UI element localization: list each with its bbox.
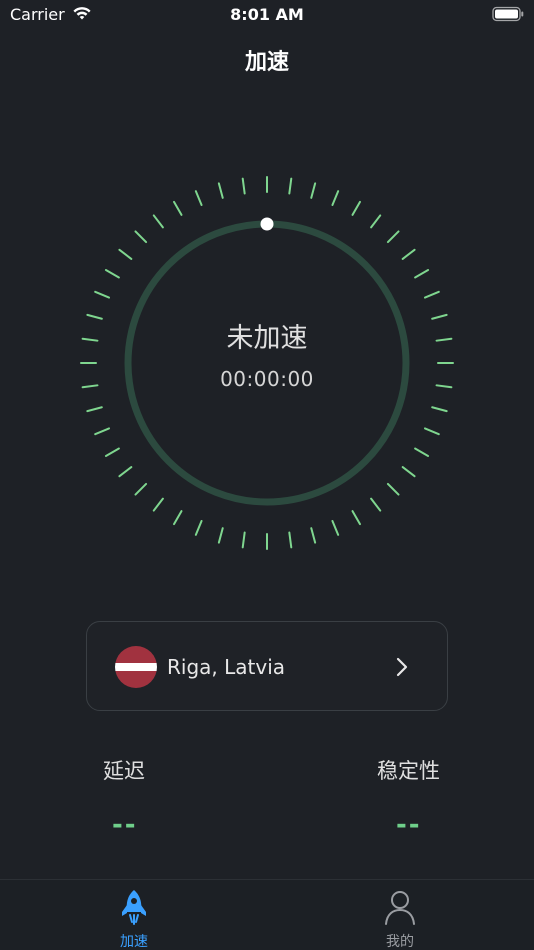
dial-tick bbox=[217, 182, 224, 199]
dial-tick bbox=[104, 269, 120, 279]
dial-tick bbox=[104, 447, 120, 457]
dial-tick bbox=[370, 497, 382, 512]
battery-icon bbox=[492, 6, 524, 22]
dial-tick bbox=[423, 290, 440, 299]
dial-tick bbox=[152, 214, 164, 229]
dial-tick bbox=[401, 248, 416, 260]
dial-tick bbox=[241, 177, 246, 195]
dial-tick bbox=[370, 214, 382, 229]
dial-tick bbox=[310, 527, 317, 544]
server-name: Riga, Latvia bbox=[167, 655, 286, 679]
dial-tick bbox=[134, 230, 148, 244]
dial-tick bbox=[386, 230, 400, 244]
dial-tick bbox=[310, 182, 317, 199]
dial-ticks bbox=[80, 176, 454, 550]
dial-tick bbox=[414, 447, 430, 457]
latency-value: -- bbox=[112, 810, 138, 840]
tab-accelerate[interactable]: 加速 bbox=[74, 880, 194, 950]
tab-mine[interactable]: 我的 bbox=[340, 880, 460, 950]
dial-tick bbox=[351, 200, 361, 216]
dial-tick bbox=[118, 466, 133, 478]
page-title: 加速 bbox=[244, 50, 289, 75]
dial-tick bbox=[386, 482, 400, 496]
dial-tick bbox=[241, 531, 246, 549]
dial-tick bbox=[431, 406, 448, 413]
dial-tick bbox=[331, 190, 340, 207]
status-bar: Carrier 8:01 AM bbox=[0, 0, 534, 30]
dial-tick bbox=[194, 519, 203, 536]
dial-tick bbox=[423, 427, 440, 436]
stability-value: -- bbox=[396, 810, 422, 840]
server-select-button[interactable]: Riga, Latvia bbox=[86, 621, 448, 711]
chevron-right-icon bbox=[396, 657, 408, 677]
latency-label: 延迟 bbox=[103, 759, 145, 783]
connection-status: 未加速 bbox=[226, 323, 308, 354]
dial-tick bbox=[118, 248, 133, 260]
dial-tick bbox=[351, 510, 361, 526]
latvia-flag-icon bbox=[115, 646, 157, 688]
rocket-icon bbox=[122, 890, 146, 925]
connection-dial[interactable] bbox=[67, 163, 467, 563]
tab-mine-label: 我的 bbox=[386, 934, 414, 950]
dial-tick bbox=[173, 200, 183, 216]
dial-tick bbox=[94, 290, 111, 299]
status-time: 8:01 AM bbox=[230, 5, 304, 24]
dial-tick bbox=[86, 406, 103, 413]
dial-tick bbox=[331, 519, 340, 536]
dial-tick bbox=[217, 527, 224, 544]
dial-tick bbox=[288, 177, 293, 195]
person-icon bbox=[385, 891, 415, 925]
dial-tick bbox=[173, 510, 183, 526]
dial-ring bbox=[124, 220, 410, 506]
tab-accelerate-label: 加速 bbox=[120, 934, 148, 950]
dial-tick bbox=[414, 269, 430, 279]
stability-label: 稳定性 bbox=[377, 759, 440, 783]
dial-progress-knob bbox=[260, 217, 274, 231]
connection-timer: 00:00:00 bbox=[220, 367, 314, 391]
dial-tick bbox=[288, 531, 293, 549]
dial-tick bbox=[401, 466, 416, 478]
dial-tick bbox=[134, 482, 148, 496]
dial-tick bbox=[94, 427, 111, 436]
tab-bar: 加速 我的 bbox=[0, 879, 534, 950]
dial-tick bbox=[194, 190, 203, 207]
dial-tick bbox=[152, 497, 164, 512]
